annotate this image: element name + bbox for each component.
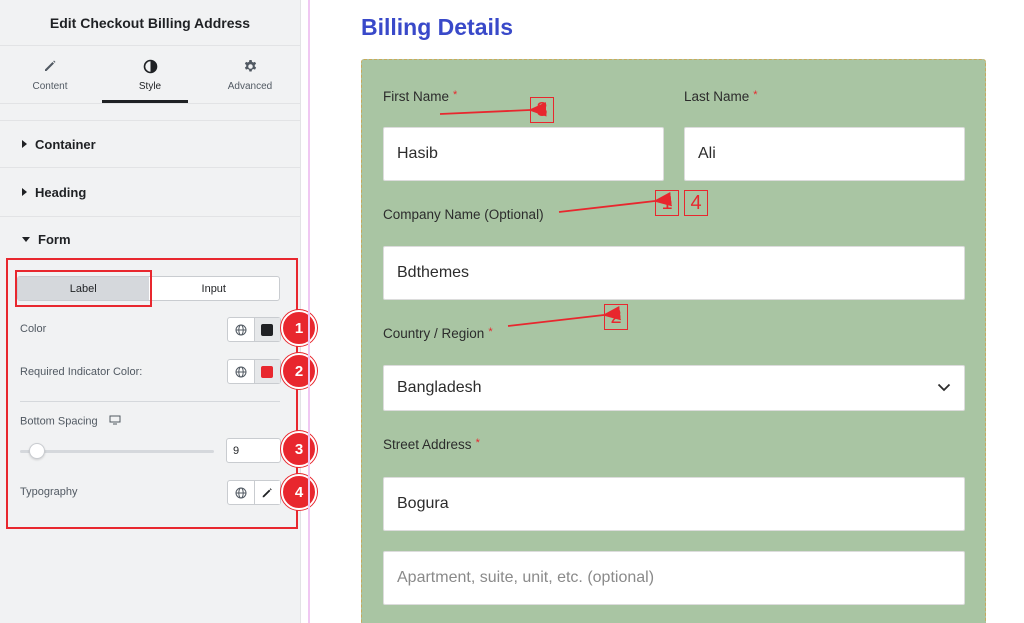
required-indicator-control <box>227 359 281 384</box>
label-toggle-highlight <box>15 270 152 307</box>
color-control <box>227 317 281 342</box>
global-icon[interactable] <box>228 318 254 341</box>
caret-down-icon <box>22 236 30 242</box>
bottom-spacing-label: Bottom Spacing <box>20 415 121 428</box>
country-select[interactable]: Bangladesh <box>383 365 965 411</box>
section-container-label: Container <box>35 136 96 152</box>
required-color-swatch <box>261 365 274 378</box>
tab-style[interactable]: Style <box>100 46 200 103</box>
required-indicator: * <box>488 326 493 338</box>
pencil-icon <box>262 487 272 497</box>
company-name-label: Company Name (Optional) <box>383 207 544 222</box>
bottom-spacing-slider-handle[interactable] <box>29 443 45 459</box>
tab-content-label: Content <box>32 81 68 92</box>
country-label: Country / Region * <box>383 326 493 341</box>
bottom-spacing-slider-track[interactable] <box>20 450 214 453</box>
step-badge-4: 4 <box>281 474 317 510</box>
gear-icon <box>243 57 258 75</box>
section-heading-label: Heading <box>35 184 87 200</box>
required-indicator: * <box>753 89 758 101</box>
tab-advanced-label: Advanced <box>227 81 273 92</box>
divider <box>20 401 280 402</box>
required-color-picker-button[interactable] <box>253 360 280 383</box>
company-name-input[interactable]: Bdthemes <box>383 246 965 300</box>
global-icon[interactable] <box>228 481 254 504</box>
step-badge-2: 2 <box>281 353 317 389</box>
desktop-icon[interactable] <box>109 415 121 428</box>
section-form-label: Form <box>38 231 71 247</box>
step-badge-1: 1 <box>281 310 317 346</box>
edit-typography-button[interactable] <box>253 481 280 504</box>
tab-content[interactable]: Content <box>0 46 100 103</box>
section-heading[interactable]: Heading <box>0 168 300 217</box>
color-swatch <box>261 323 274 336</box>
caret-right-icon <box>22 140 27 148</box>
first-name-input[interactable]: Hasib <box>383 127 664 181</box>
required-indicator-label: Required Indicator Color: <box>20 366 143 378</box>
street-address-input[interactable]: Bogura <box>383 477 965 531</box>
annotation-marker-2: 2 <box>604 304 628 330</box>
annotation-marker-1: 1 <box>655 190 679 216</box>
tab-style-label: Style <box>138 81 162 92</box>
half-circle-icon <box>143 57 158 75</box>
color-picker-button[interactable] <box>253 318 280 341</box>
required-indicator: * <box>453 89 458 101</box>
street-address-label: Street Address * <box>383 437 480 452</box>
section-container[interactable]: Container <box>0 120 300 168</box>
billing-details-heading: Billing Details <box>361 14 514 40</box>
step-badge-3: 3 <box>281 431 317 467</box>
global-icon[interactable] <box>228 360 254 383</box>
chevron-down-icon <box>937 379 951 397</box>
country-selected-value: Bangladesh <box>397 379 482 396</box>
last-name-input[interactable]: Ali <box>684 127 965 181</box>
required-indicator: * <box>475 437 480 449</box>
annotation-marker-4: 4 <box>684 190 708 216</box>
first-name-label: First Name * <box>383 89 458 104</box>
last-name-label: Last Name * <box>684 89 758 104</box>
canvas-divider <box>308 0 310 623</box>
typography-label: Typography <box>20 486 78 498</box>
apartment-input[interactable]: Apartment, suite, unit, etc. (optional) <box>383 551 965 605</box>
typography-control <box>227 480 281 505</box>
toggle-input-button[interactable]: Input <box>149 277 280 300</box>
color-label: Color <box>20 323 47 335</box>
pencil-icon <box>43 57 57 75</box>
annotation-marker-3: 3 <box>530 97 554 123</box>
caret-right-icon <box>22 188 27 196</box>
section-form[interactable]: Form <box>0 217 300 261</box>
panel-title: Edit Checkout Billing Address <box>0 0 300 46</box>
billing-form-area: First Name * Last Name * Hasib Ali Company… <box>361 59 986 623</box>
panel-tabs: Content Style Advanced <box>0 46 300 104</box>
tab-advanced[interactable]: Advanced <box>200 46 300 103</box>
bottom-spacing-input[interactable]: 9 <box>226 438 281 463</box>
